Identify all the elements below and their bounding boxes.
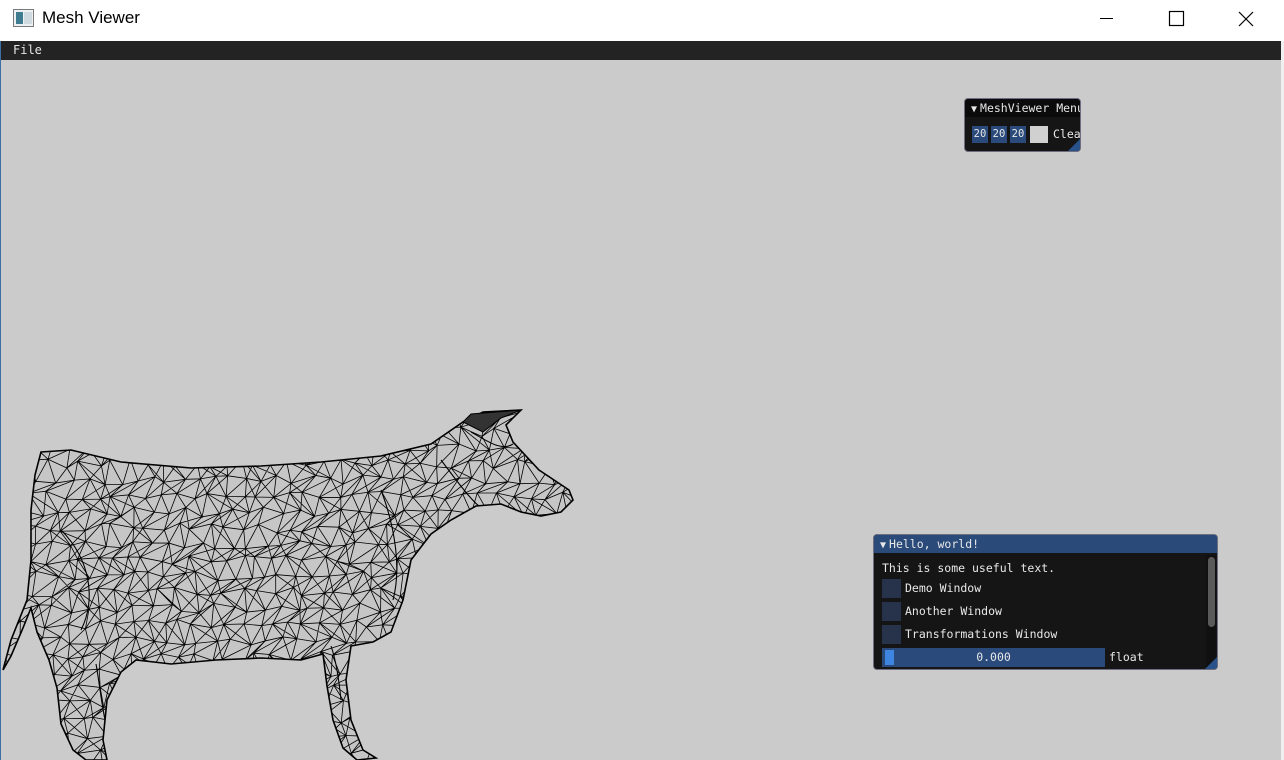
maximize-icon xyxy=(1168,10,1185,27)
drag-b[interactable]: 20 xyxy=(1010,126,1026,143)
checkbox-box[interactable] xyxy=(882,625,901,644)
drag-g[interactable]: 20 xyxy=(991,126,1007,143)
collapse-arrow-icon[interactable]: ▼ xyxy=(971,104,977,115)
checkbox-label: Another Window xyxy=(905,604,1002,618)
float-slider[interactable]: 0.000 xyxy=(882,648,1105,667)
main-menu-bar: File xyxy=(1,41,1281,60)
slider-value: 0.000 xyxy=(976,650,1011,664)
meshviewer-menu-window[interactable]: ▼MeshViewer Menu 20 20 20 Clear xyxy=(964,98,1081,152)
collapse-arrow-icon[interactable]: ▼ xyxy=(880,540,886,551)
meshviewer-menu-header[interactable]: ▼ MeshViewer Menu xyxy=(965,99,1080,117)
window-title: Mesh Viewer xyxy=(42,8,140,27)
scrollbar-thumb[interactable] xyxy=(1208,557,1215,627)
slider-label: float xyxy=(1109,650,1144,664)
app-window-icon xyxy=(13,9,34,27)
resize-grip[interactable] xyxy=(1205,657,1217,669)
resize-grip[interactable] xyxy=(1068,139,1080,151)
vertical-scrollbar[interactable] xyxy=(1206,555,1216,668)
checkbox-label: Transformations Window xyxy=(905,627,1058,641)
drag-r[interactable]: 20 xyxy=(972,126,988,143)
hello-world-header[interactable]: ▼ Hello, world! xyxy=(874,535,1217,553)
title-bar: Mesh Viewer xyxy=(0,0,1284,41)
checkbox-label: Demo Window xyxy=(905,581,982,595)
minimize-button[interactable] xyxy=(1072,0,1142,41)
checkbox-box[interactable] xyxy=(882,579,901,598)
meshviewer-menu-title: MeshViewer Menu xyxy=(980,101,1081,115)
menu-file[interactable]: File xyxy=(13,43,42,57)
hello-world-window[interactable]: ▼ Hello, world! This is some useful text.… xyxy=(873,534,1218,670)
close-icon xyxy=(1238,11,1254,27)
useful-text: This is some useful text. xyxy=(882,561,1056,575)
hello-world-title: Hello, world! xyxy=(889,537,980,551)
clear-color-swatch[interactable] xyxy=(1030,126,1048,143)
minimize-icon xyxy=(1100,18,1113,19)
checkbox-box[interactable] xyxy=(882,602,901,621)
maximize-button[interactable] xyxy=(1141,0,1211,41)
close-button[interactable] xyxy=(1211,0,1281,41)
